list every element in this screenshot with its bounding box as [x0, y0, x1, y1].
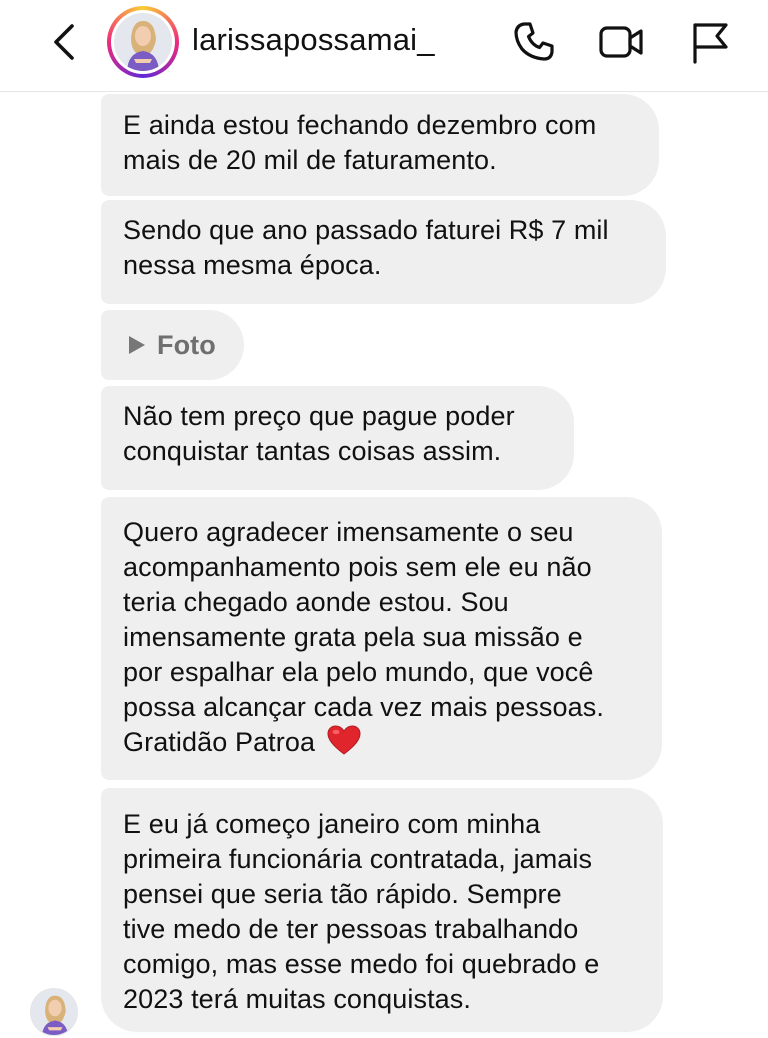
message-text: Gratidão Patroa: [123, 727, 316, 757]
profile-avatar[interactable]: [107, 6, 179, 78]
message-text: Não tem preço que pague poder: [123, 401, 515, 431]
message-text: mais de 20 mil de faturamento.: [123, 145, 497, 175]
username[interactable]: larissapossamai_: [192, 22, 435, 58]
person-avatar-icon: [31, 989, 77, 1035]
back-button[interactable]: [44, 20, 88, 64]
message-text: E ainda estou fechando dezembro com: [123, 110, 597, 140]
message-text: E eu já começo janeiro com minha: [123, 809, 541, 839]
message-text: por espalhar ela pelo mundo, que você: [123, 657, 594, 687]
play-icon: [129, 336, 145, 354]
photo-label: Foto: [157, 330, 216, 360]
avatar-photo: [114, 13, 172, 71]
heart-icon: [327, 725, 361, 755]
message-text: acompanhamento pois sem ele eu não: [123, 552, 592, 582]
message-bubble[interactable]: Sendo que ano passado faturei R$ 7 mil n…: [101, 200, 666, 304]
photo-message-button[interactable]: Foto: [101, 310, 244, 380]
back-chevron-icon: [54, 24, 74, 60]
flag-icon: [693, 23, 728, 64]
message-bubble[interactable]: Quero agradecer imensamente o seu acompa…: [101, 497, 662, 780]
message-text: tive medo de ter pessoas trabalhando: [123, 914, 579, 944]
message-text: imensamente grata pela sua missão e: [123, 622, 583, 652]
message-text: primeira funcionária contratada, jamais: [123, 844, 593, 874]
message-thread: E ainda estou fechando dezembro com mais…: [0, 92, 768, 1038]
message-text: Sendo que ano passado faturei R$ 7 mil: [123, 215, 609, 245]
voice-call-button[interactable]: [510, 18, 558, 66]
report-button[interactable]: [686, 18, 734, 66]
message-text: pensei que seria tão rápido. Sempre: [123, 879, 562, 909]
sender-avatar[interactable]: [30, 988, 78, 1036]
video-call-button[interactable]: [597, 18, 645, 66]
phone-icon: [514, 22, 554, 61]
message-text: possa alcançar cada vez mais pessoas.: [123, 692, 604, 722]
message-text: nessa mesma época.: [123, 250, 382, 280]
message-bubble[interactable]: E ainda estou fechando dezembro com mais…: [101, 94, 659, 196]
message-text: teria chegado aonde estou. Sou: [123, 587, 509, 617]
message-text: 2023 terá muitas conquistas.: [123, 984, 471, 1014]
chat-header: larissapossamai_: [0, 0, 768, 92]
person-avatar-icon: [114, 13, 172, 71]
message-text: Quero agradecer imensamente o seu: [123, 517, 574, 547]
message-bubble[interactable]: E eu já começo janeiro com minha primeir…: [101, 788, 663, 1032]
video-camera-icon: [599, 26, 643, 58]
message-text: comigo, mas esse medo foi quebrado e: [123, 949, 600, 979]
message-text: conquistar tantas coisas assim.: [123, 436, 502, 466]
message-bubble[interactable]: Não tem preço que pague poder conquistar…: [101, 386, 574, 490]
